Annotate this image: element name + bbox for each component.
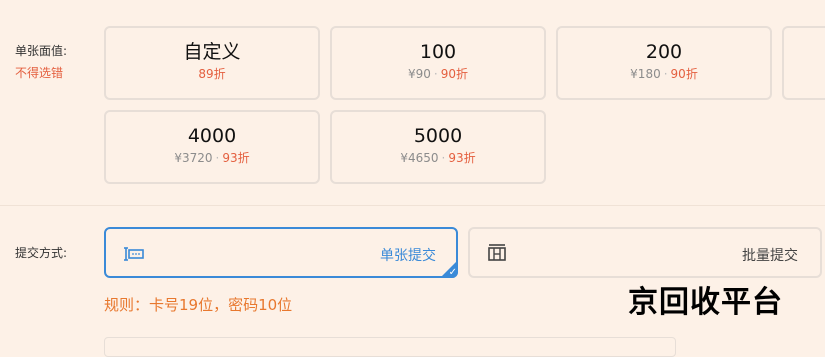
card-title: 100 bbox=[419, 41, 457, 63]
face-value-card-custom[interactable]: 自定义 89折 bbox=[104, 26, 320, 100]
face-value-card-partial[interactable] bbox=[782, 26, 825, 100]
separator-dot: · bbox=[433, 67, 438, 81]
card-discount: 90折 bbox=[670, 67, 698, 81]
submit-method-label: 提交方式: bbox=[15, 246, 68, 260]
card-discount: 89折 bbox=[198, 67, 226, 81]
single-card-icon bbox=[122, 242, 146, 264]
watermark-text: 京回收平台 bbox=[628, 285, 783, 320]
card-price: ¥3720 bbox=[174, 151, 213, 165]
face-value-label: 单张面值: bbox=[15, 44, 68, 58]
input-rule-text: 规则：卡号19位，密码10位 bbox=[104, 296, 293, 314]
card-title: 4000 bbox=[187, 125, 237, 147]
single-submit-label: 单张提交 bbox=[380, 248, 436, 264]
separator-dot: · bbox=[215, 151, 220, 165]
card-price-line: ¥3720 · 93折 bbox=[106, 152, 318, 164]
card-price-line: ¥4650 · 93折 bbox=[332, 152, 544, 164]
card-price-line: ¥180 · 90折 bbox=[558, 68, 770, 80]
face-value-card-5000[interactable]: 5000 ¥4650 · 93折 bbox=[330, 110, 546, 184]
card-input-field[interactable] bbox=[104, 337, 676, 357]
face-value-card-200[interactable]: 200 ¥180 · 90折 bbox=[556, 26, 772, 100]
card-title: 5000 bbox=[413, 125, 463, 147]
batch-card-icon bbox=[486, 242, 510, 264]
face-value-section: 单张面值: 不得选错 自定义 89折 100 ¥90 · 90折 200 ¥180 ·… bbox=[0, 0, 825, 205]
card-discount: 93折 bbox=[222, 151, 250, 165]
section-divider bbox=[0, 205, 825, 206]
separator-dot: · bbox=[441, 151, 446, 165]
card-title: 自定义 bbox=[183, 41, 241, 63]
face-value-warning: 不得选错 bbox=[15, 66, 64, 80]
card-discount: 93折 bbox=[448, 151, 476, 165]
batch-submit-option[interactable]: 批量提交 bbox=[468, 227, 822, 278]
card-discount: 90折 bbox=[440, 67, 468, 81]
batch-submit-label: 批量提交 bbox=[742, 248, 798, 264]
separator-dot: · bbox=[663, 67, 668, 81]
card-price: ¥4650 bbox=[400, 151, 439, 165]
card-price: ¥180 bbox=[630, 67, 661, 81]
selected-check-icon: ✓ bbox=[440, 260, 458, 278]
face-value-card-4000[interactable]: 4000 ¥3720 · 93折 bbox=[104, 110, 320, 184]
face-value-card-100[interactable]: 100 ¥90 · 90折 bbox=[330, 26, 546, 100]
card-price-line: ¥90 · 90折 bbox=[332, 68, 544, 80]
single-submit-option[interactable]: 单张提交 ✓ bbox=[104, 227, 458, 278]
card-price: ¥90 bbox=[407, 67, 431, 81]
card-title: 200 bbox=[645, 41, 683, 63]
